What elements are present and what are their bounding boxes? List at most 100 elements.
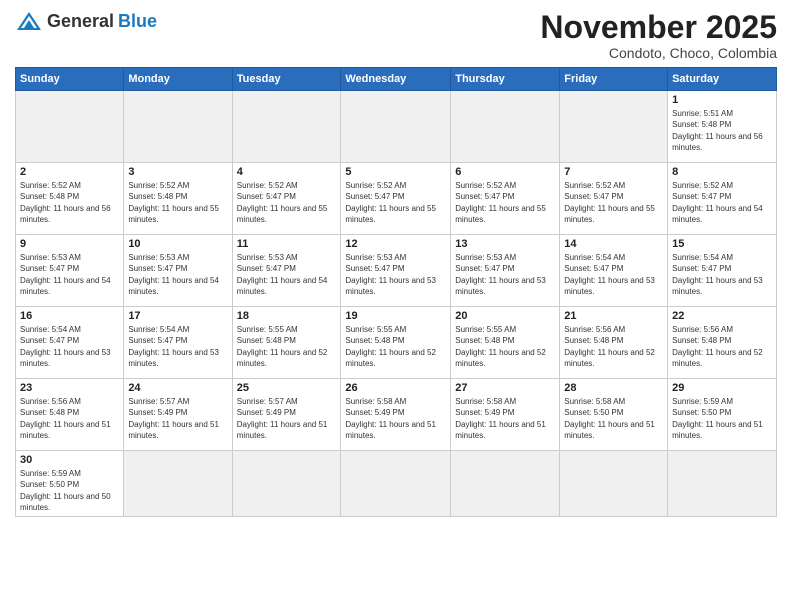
day-number: 17 <box>128 310 227 322</box>
calendar-cell: 27 Sunrise: 5:58 AMSunset: 5:49 PMDayligh… <box>451 379 560 451</box>
calendar-cell: 14 Sunrise: 5:54 AMSunset: 5:47 PMDayligh… <box>560 235 668 307</box>
day-info: Sunrise: 5:56 AMSunset: 5:48 PMDaylight:… <box>20 396 119 441</box>
day-number: 30 <box>20 454 119 466</box>
calendar-cell: 15 Sunrise: 5:54 AMSunset: 5:47 PMDayligh… <box>668 235 777 307</box>
calendar-week-2: 9 Sunrise: 5:53 AMSunset: 5:47 PMDaylight… <box>16 235 777 307</box>
day-number: 7 <box>564 166 663 178</box>
day-info: Sunrise: 5:54 AMSunset: 5:47 PMDaylight:… <box>128 324 227 369</box>
location: Condoto, Choco, Colombia <box>540 45 777 61</box>
calendar-cell <box>560 91 668 163</box>
day-info: Sunrise: 5:59 AMSunset: 5:50 PMDaylight:… <box>672 396 772 441</box>
day-info: Sunrise: 5:54 AMSunset: 5:47 PMDaylight:… <box>20 324 119 369</box>
title-area: November 2025 Condoto, Choco, Colombia <box>540 10 777 61</box>
day-number: 28 <box>564 382 663 394</box>
calendar-table: SundayMondayTuesdayWednesdayThursdayFrid… <box>15 67 777 517</box>
day-number: 8 <box>672 166 772 178</box>
day-info: Sunrise: 5:57 AMSunset: 5:49 PMDaylight:… <box>128 396 227 441</box>
calendar-week-1: 2 Sunrise: 5:52 AMSunset: 5:48 PMDaylight… <box>16 163 777 235</box>
day-info: Sunrise: 5:53 AMSunset: 5:47 PMDaylight:… <box>455 252 555 297</box>
day-number: 14 <box>564 238 663 250</box>
day-number: 9 <box>20 238 119 250</box>
day-info: Sunrise: 5:55 AMSunset: 5:48 PMDaylight:… <box>345 324 446 369</box>
day-info: Sunrise: 5:58 AMSunset: 5:49 PMDaylight:… <box>345 396 446 441</box>
day-info: Sunrise: 5:52 AMSunset: 5:47 PMDaylight:… <box>345 180 446 225</box>
calendar-cell: 18 Sunrise: 5:55 AMSunset: 5:48 PMDayligh… <box>232 307 341 379</box>
day-info: Sunrise: 5:53 AMSunset: 5:47 PMDaylight:… <box>20 252 119 297</box>
day-number: 12 <box>345 238 446 250</box>
day-number: 2 <box>20 166 119 178</box>
page: GeneralBlue November 2025 Condoto, Choco… <box>0 0 792 612</box>
calendar-cell <box>124 451 232 517</box>
day-number: 21 <box>564 310 663 322</box>
calendar-cell <box>451 451 560 517</box>
day-number: 26 <box>345 382 446 394</box>
day-info: Sunrise: 5:59 AMSunset: 5:50 PMDaylight:… <box>20 468 119 513</box>
day-header-tuesday: Tuesday <box>232 68 341 91</box>
logo-general: General <box>47 11 114 32</box>
calendar-cell <box>560 451 668 517</box>
day-number: 24 <box>128 382 227 394</box>
calendar-cell <box>232 451 341 517</box>
day-info: Sunrise: 5:54 AMSunset: 5:47 PMDaylight:… <box>672 252 772 297</box>
day-info: Sunrise: 5:52 AMSunset: 5:47 PMDaylight:… <box>564 180 663 225</box>
calendar-week-3: 16 Sunrise: 5:54 AMSunset: 5:47 PMDayligh… <box>16 307 777 379</box>
day-number: 27 <box>455 382 555 394</box>
day-header-friday: Friday <box>560 68 668 91</box>
day-number: 4 <box>237 166 337 178</box>
logo: GeneralBlue <box>15 10 157 32</box>
day-number: 19 <box>345 310 446 322</box>
calendar-cell: 20 Sunrise: 5:55 AMSunset: 5:48 PMDayligh… <box>451 307 560 379</box>
logo-icon <box>15 10 43 32</box>
calendar-cell: 24 Sunrise: 5:57 AMSunset: 5:49 PMDayligh… <box>124 379 232 451</box>
calendar-cell: 17 Sunrise: 5:54 AMSunset: 5:47 PMDayligh… <box>124 307 232 379</box>
day-number: 6 <box>455 166 555 178</box>
day-header-monday: Monday <box>124 68 232 91</box>
calendar-cell: 9 Sunrise: 5:53 AMSunset: 5:47 PMDaylight… <box>16 235 124 307</box>
day-number: 10 <box>128 238 227 250</box>
day-header-saturday: Saturday <box>668 68 777 91</box>
calendar-cell <box>124 91 232 163</box>
calendar-week-5: 30 Sunrise: 5:59 AMSunset: 5:50 PMDayligh… <box>16 451 777 517</box>
day-number: 13 <box>455 238 555 250</box>
calendar-cell: 1Sunrise: 5:51 AMSunset: 5:48 PMDaylight… <box>668 91 777 163</box>
calendar-cell <box>668 451 777 517</box>
calendar-cell: 5Sunrise: 5:52 AMSunset: 5:47 PMDaylight… <box>341 163 451 235</box>
day-info: Sunrise: 5:56 AMSunset: 5:48 PMDaylight:… <box>564 324 663 369</box>
day-number: 18 <box>237 310 337 322</box>
day-number: 25 <box>237 382 337 394</box>
day-info: Sunrise: 5:55 AMSunset: 5:48 PMDaylight:… <box>237 324 337 369</box>
day-header-wednesday: Wednesday <box>341 68 451 91</box>
calendar-cell: 6 Sunrise: 5:52 AMSunset: 5:47 PMDaylight… <box>451 163 560 235</box>
day-number: 15 <box>672 238 772 250</box>
calendar-cell: 22Sunrise: 5:56 AMSunset: 5:48 PMDayligh… <box>668 307 777 379</box>
day-info: Sunrise: 5:51 AMSunset: 5:48 PMDaylight:… <box>672 108 772 153</box>
calendar-week-4: 23 Sunrise: 5:56 AMSunset: 5:48 PMDayligh… <box>16 379 777 451</box>
day-info: Sunrise: 5:53 AMSunset: 5:47 PMDaylight:… <box>237 252 337 297</box>
calendar-cell: 7 Sunrise: 5:52 AMSunset: 5:47 PMDaylight… <box>560 163 668 235</box>
day-info: Sunrise: 5:58 AMSunset: 5:49 PMDaylight:… <box>455 396 555 441</box>
day-number: 23 <box>20 382 119 394</box>
day-number: 16 <box>20 310 119 322</box>
calendar-cell: 11 Sunrise: 5:53 AMSunset: 5:47 PMDayligh… <box>232 235 341 307</box>
day-header-sunday: Sunday <box>16 68 124 91</box>
calendar-cell <box>341 91 451 163</box>
calendar-cell: 23 Sunrise: 5:56 AMSunset: 5:48 PMDayligh… <box>16 379 124 451</box>
calendar-cell: 21 Sunrise: 5:56 AMSunset: 5:48 PMDayligh… <box>560 307 668 379</box>
calendar-cell: 10 Sunrise: 5:53 AMSunset: 5:47 PMDayligh… <box>124 235 232 307</box>
day-info: Sunrise: 5:55 AMSunset: 5:48 PMDaylight:… <box>455 324 555 369</box>
day-info: Sunrise: 5:56 AMSunset: 5:48 PMDaylight:… <box>672 324 772 369</box>
calendar-cell: 8 Sunrise: 5:52 AMSunset: 5:47 PMDaylight… <box>668 163 777 235</box>
calendar-cell: 12Sunrise: 5:53 AMSunset: 5:47 PMDayligh… <box>341 235 451 307</box>
day-info: Sunrise: 5:52 AMSunset: 5:48 PMDaylight:… <box>128 180 227 225</box>
calendar-cell: 3Sunrise: 5:52 AMSunset: 5:48 PMDaylight… <box>124 163 232 235</box>
day-header-thursday: Thursday <box>451 68 560 91</box>
day-info: Sunrise: 5:58 AMSunset: 5:50 PMDaylight:… <box>564 396 663 441</box>
day-info: Sunrise: 5:54 AMSunset: 5:47 PMDaylight:… <box>564 252 663 297</box>
month-title: November 2025 <box>540 10 777 45</box>
day-number: 20 <box>455 310 555 322</box>
calendar-cell <box>341 451 451 517</box>
day-info: Sunrise: 5:52 AMSunset: 5:47 PMDaylight:… <box>672 180 772 225</box>
day-info: Sunrise: 5:53 AMSunset: 5:47 PMDaylight:… <box>128 252 227 297</box>
day-number: 11 <box>237 238 337 250</box>
day-info: Sunrise: 5:52 AMSunset: 5:47 PMDaylight:… <box>455 180 555 225</box>
